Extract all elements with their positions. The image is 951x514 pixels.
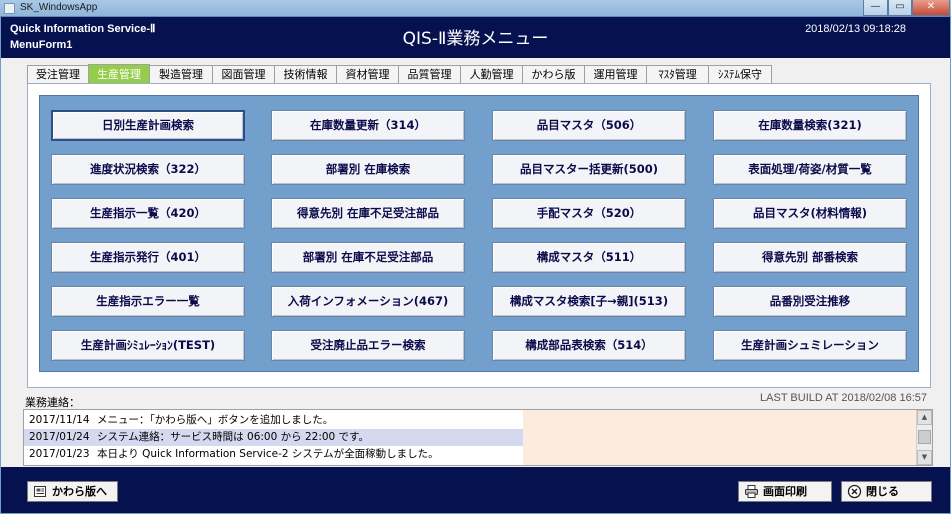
close-button-label: 閉じる bbox=[866, 485, 899, 498]
app-icon bbox=[4, 3, 15, 14]
print-screen-button[interactable]: 画面印刷 bbox=[738, 481, 832, 502]
notice-date: 2017/01/23 bbox=[29, 448, 90, 460]
newspaper-icon bbox=[33, 484, 48, 499]
menu-button[interactable]: 在庫数量検索(321) bbox=[713, 110, 907, 141]
tab-master[interactable]: ﾏｽﾀ管理 bbox=[646, 65, 709, 83]
tab-kinmu[interactable]: 人勤管理 bbox=[460, 65, 523, 83]
close-icon bbox=[847, 484, 862, 499]
notice-date: 2017/01/24 bbox=[29, 431, 90, 443]
scroll-down-icon[interactable]: ▼ bbox=[917, 450, 932, 465]
minimize-button[interactable]: — bbox=[863, 0, 888, 16]
window-title: SK_WindowsApp bbox=[20, 2, 98, 13]
notice-text: メニュー：「かわら版へ」ボタンを追加しました。 bbox=[97, 414, 334, 426]
menu-button[interactable]: 生産指示エラー一覧 bbox=[51, 286, 245, 317]
notice-label: 業務連絡： bbox=[25, 396, 80, 409]
menu-button[interactable]: 進度状況検索（322） bbox=[51, 154, 245, 185]
menu-button[interactable]: 品目マスター括更新(500) bbox=[492, 154, 686, 185]
menu-button[interactable]: 構成マスタ（511） bbox=[492, 242, 686, 273]
tab-shizai[interactable]: 資材管理 bbox=[336, 65, 399, 83]
tab-strip: 受注管理 生産管理 製造管理 図面管理 技術情報 資材管理 品質管理 人勤管理 … bbox=[27, 64, 772, 84]
close-button[interactable]: 閉じる bbox=[841, 481, 932, 502]
menu-button[interactable]: 入荷インフォメーション(467) bbox=[271, 286, 465, 317]
tab-seisan[interactable]: 生産管理 bbox=[88, 64, 150, 83]
build-info: LAST BUILD AT 2018/02/08 16:57 bbox=[760, 392, 927, 404]
menu-button[interactable]: 生産指示発行（401） bbox=[51, 242, 245, 273]
tab-juchu[interactable]: 受注管理 bbox=[27, 65, 89, 83]
window-titlebar: SK_WindowsApp bbox=[0, 0, 951, 17]
tab-system[interactable]: ｼｽﾃﾑ保守 bbox=[708, 65, 772, 83]
current-datetime: 2018/02/13 09:18:28 bbox=[805, 23, 906, 35]
menu-button[interactable]: 表面処理/荷姿/材質一覧 bbox=[713, 154, 907, 185]
tab-hinshitsu[interactable]: 品質管理 bbox=[398, 65, 461, 83]
kawaraban-button[interactable]: かわら版へ bbox=[27, 481, 118, 502]
print-screen-button-label: 画面印刷 bbox=[763, 485, 807, 498]
menu-button[interactable]: 手配マスタ（520） bbox=[492, 198, 686, 229]
menu-button[interactable]: 受注廃止品エラー検索 bbox=[271, 330, 465, 361]
app-header: Quick Information Service-Ⅱ MenuForm1 QI… bbox=[1, 17, 950, 58]
menu-button[interactable]: 部署別 在庫不足受注部品 bbox=[271, 242, 465, 273]
tab-gijutsu[interactable]: 技術情報 bbox=[274, 65, 337, 83]
menu-button[interactable]: 在庫数量更新（314） bbox=[271, 110, 465, 141]
notice-scrollbar[interactable]: ▲ ▼ bbox=[916, 410, 932, 465]
menu-button[interactable]: 得意先別 部番検索 bbox=[713, 242, 907, 273]
printer-icon bbox=[744, 484, 759, 499]
menu-button[interactable]: 生産指示一覧（420） bbox=[51, 198, 245, 229]
menu-button[interactable]: 生産計画ｼﾐｭﾚｰｼｮﾝ(TEST) bbox=[51, 330, 245, 361]
list-item[interactable]: 2017/01/24 システム連絡：サービス時間は 06:00 から 22:00 … bbox=[24, 429, 523, 446]
menu-button[interactable]: 日別生産計画検索 bbox=[51, 110, 245, 141]
menu-button[interactable]: 生産計画シュミレーション bbox=[713, 330, 907, 361]
menu-button[interactable]: 得意先別 在庫不足受注部品 bbox=[271, 198, 465, 229]
maximize-button[interactable]: ▭ bbox=[888, 0, 912, 16]
menu-button[interactable]: 部署別 在庫検索 bbox=[271, 154, 465, 185]
tab-kawaraban[interactable]: かわら版 bbox=[522, 65, 585, 83]
notice-list[interactable]: 2017/11/14 メニュー：「かわら版へ」ボタンを追加しました。 2017/0… bbox=[23, 409, 933, 466]
notice-text: システム連絡：サービス時間は 06:00 から 22:00 です。 bbox=[97, 431, 370, 443]
notice-side-panel bbox=[523, 410, 917, 465]
menu-button[interactable]: 品番別受注推移 bbox=[713, 286, 907, 317]
kawaraban-button-label: かわら版へ bbox=[52, 485, 107, 498]
list-item[interactable]: 2017/01/23 本日より Quick Information Service… bbox=[24, 446, 523, 463]
list-item[interactable]: 2017/11/14 メニュー：「かわら版へ」ボタンを追加しました。 bbox=[24, 412, 523, 429]
scroll-up-icon[interactable]: ▲ bbox=[917, 410, 932, 425]
tab-seizo[interactable]: 製造管理 bbox=[149, 65, 213, 83]
notice-text: 本日より Quick Information Service-2 システムが全面… bbox=[97, 448, 439, 460]
tab-zumen[interactable]: 図面管理 bbox=[212, 65, 275, 83]
scroll-thumb[interactable] bbox=[918, 430, 931, 444]
menu-button[interactable]: 品目マスタ（506） bbox=[492, 110, 686, 141]
menu-button[interactable]: 品目マスタ(材料情報) bbox=[713, 198, 907, 229]
menu-button[interactable]: 構成マスタ検索[子→親](513) bbox=[492, 286, 686, 317]
menu-button[interactable]: 構成部品表検索（514） bbox=[492, 330, 686, 361]
notice-date: 2017/11/14 bbox=[29, 414, 90, 426]
close-window-button[interactable]: ✕ bbox=[912, 0, 950, 16]
tab-unyo[interactable]: 運用管理 bbox=[584, 65, 647, 83]
